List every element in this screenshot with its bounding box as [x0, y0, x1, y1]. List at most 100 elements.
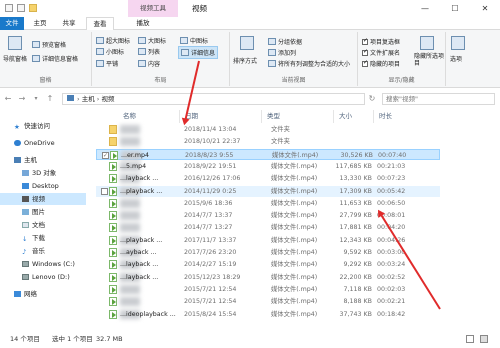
tab-view[interactable]: 查看: [86, 17, 114, 31]
tab-home[interactable]: 主页: [28, 17, 52, 30]
layout-details[interactable]: 详细信息: [178, 46, 219, 59]
forward-icon[interactable]: →: [16, 92, 28, 106]
layout-tiles[interactable]: 平铺: [96, 59, 118, 68]
nav-this-pc[interactable]: 主机: [0, 154, 86, 166]
file-type: 媒体文件(.mp4): [271, 249, 318, 256]
large-icons-view-icon[interactable]: [480, 335, 488, 343]
group-label-show-hide: 显示/隐藏: [388, 77, 415, 84]
size-columns-button[interactable]: 将所有列调整为合适的大小: [268, 59, 350, 68]
up-icon[interactable]: ↑: [44, 92, 56, 106]
tab-share[interactable]: 共享: [57, 17, 81, 30]
context-tab-video-tools[interactable]: 视频工具: [128, 0, 178, 17]
file-type: 媒体文件(.mp4): [271, 261, 318, 269]
breadcrumb-computer[interactable]: 主机: [82, 95, 95, 103]
layout-small-icons[interactable]: 小图标: [96, 47, 124, 56]
file-size: 12,343 KB: [339, 236, 372, 244]
column-header-date[interactable]: 日期: [182, 110, 262, 123]
file-extensions-toggle[interactable]: 文件扩展名: [362, 48, 400, 57]
file-type: 文件夹: [271, 138, 290, 146]
table-row[interactable]: 2015/9/6 18:36 媒体文件(.mp4) 11,653 KB 00:06:5…: [96, 198, 440, 209]
media-file-icon: [109, 284, 117, 294]
layout-list[interactable]: 列表: [138, 47, 160, 56]
window-title: 视频: [192, 4, 207, 13]
file-date: 2014/7/7 13:37: [184, 212, 233, 220]
nav-downloads[interactable]: ↓ 下载: [0, 232, 86, 244]
address-path[interactable]: › 主机 › 视频: [62, 93, 365, 105]
navigation-pane-icon: [8, 36, 22, 50]
checkbox-icon: [362, 37, 368, 45]
options-button[interactable]: 选项: [450, 54, 462, 63]
table-row[interactable]: ...layback ... 2014/2/27 15:19 媒体文件(.mp4) 9…: [96, 259, 440, 270]
row-checkbox[interactable]: [101, 187, 108, 195]
table-row[interactable]: ...playback ... 2014/11/29 0:25 媒体文件(.mp4)…: [96, 185, 440, 197]
table-row[interactable]: 2015/7/21 12:54 媒体文件(.mp4) 7,118 KB 00:02:0…: [96, 284, 440, 295]
layout-medium-icons[interactable]: 中图标: [180, 36, 208, 45]
column-header-duration[interactable]: 时长: [376, 110, 436, 123]
nav-videos[interactable]: 视频: [0, 193, 86, 205]
hidden-items-toggle[interactable]: 隐藏的项目: [362, 59, 400, 68]
tab-file[interactable]: 文件: [0, 17, 24, 30]
table-row[interactable]: ...layback ... 2015/12/23 18:29 媒体文件(.mp4)…: [96, 272, 440, 283]
size-columns-icon: [268, 60, 276, 67]
network-icon: [14, 291, 21, 297]
nav-network[interactable]: 网络: [0, 288, 86, 300]
nav-desktop[interactable]: Desktop: [0, 180, 86, 192]
close-button[interactable]: ✕: [470, 0, 500, 17]
document-icon: [22, 222, 29, 228]
hide-selected-button[interactable]: 隐藏所选项目: [414, 53, 444, 67]
file-date: 2014/7/7 13:27: [184, 224, 233, 232]
nav-drive-c[interactable]: Windows (C:): [0, 258, 86, 270]
nav-3d-objects[interactable]: 3D 对象: [0, 167, 86, 179]
row-checkbox[interactable]: ✓: [102, 151, 109, 159]
file-duration: 00:03:24: [377, 261, 406, 269]
table-row[interactable]: ...ideoplayback ... 2015/8/24 15:54 媒体文件(.…: [96, 309, 440, 320]
back-icon[interactable]: ←: [2, 92, 14, 106]
undo-icon[interactable]: [17, 4, 25, 12]
nav-quick-access[interactable]: ★ 快速访问: [0, 120, 86, 132]
nav-documents[interactable]: 文档: [0, 219, 86, 231]
minimize-button[interactable]: —: [410, 0, 440, 17]
file-type: 媒体文件(.mp4): [272, 151, 319, 159]
details-view-icon[interactable]: [466, 335, 474, 343]
nav-onedrive[interactable]: OneDrive: [0, 137, 86, 149]
column-header-type[interactable]: 类型: [264, 110, 334, 123]
media-file-icon: [109, 186, 117, 196]
table-row[interactable]: ✓ ...er.mp4 2018/8/23 9:55 媒体文件(.mp4) 30,526…: [96, 148, 440, 160]
add-columns-button[interactable]: 添加列: [268, 48, 296, 57]
maximize-button[interactable]: ☐: [440, 0, 470, 17]
table-row[interactable]: 2018/11/4 13:04 文件夹: [96, 124, 440, 135]
navigation-pane-button[interactable]: 导航窗格: [3, 54, 27, 63]
nav-pictures[interactable]: 图片: [0, 206, 86, 218]
table-row[interactable]: ...5.mp4 2018/9/22 19:51 媒体文件(.mp4) 117,685…: [96, 161, 440, 172]
breadcrumb-videos[interactable]: 视频: [101, 95, 114, 103]
table-row[interactable]: 2015/7/21 12:54 媒体文件(.mp4) 8,188 KB 00:02:2…: [96, 296, 440, 307]
save-icon[interactable]: [5, 4, 13, 12]
table-row[interactable]: 2014/7/7 13:37 媒体文件(.mp4) 27,799 KB 00:08:0…: [96, 210, 440, 221]
search-input[interactable]: 搜索"视频": [382, 93, 495, 105]
extra-large-icons-icon: [96, 37, 104, 44]
sort-by-button[interactable]: 排序方式: [233, 56, 257, 65]
preview-pane-button[interactable]: 预览窗格: [32, 40, 66, 49]
refresh-icon[interactable]: ↻: [366, 92, 378, 106]
table-row[interactable]: ...ayback ... 2017/7/26 23:20 媒体文件(.mp4) 9,…: [96, 247, 440, 258]
table-row[interactable]: ...playback ... 2017/11/7 13:37 媒体文件(.mp4)…: [96, 235, 440, 246]
nav-drive-d[interactable]: Lenovo (D:): [0, 271, 86, 283]
table-row[interactable]: 2018/10/21 22:37 文件夹: [96, 136, 440, 147]
item-checkboxes-toggle[interactable]: 项目复选框: [362, 37, 400, 46]
nav-music[interactable]: ♪ 音乐: [0, 245, 86, 257]
column-header-name[interactable]: 名称: [120, 110, 180, 123]
recent-locations-icon[interactable]: ▾: [30, 92, 42, 106]
layout-content[interactable]: 内容: [138, 59, 160, 68]
file-date: 2015/7/21 12:54: [184, 298, 237, 306]
group-by-button[interactable]: 分组依据: [268, 37, 302, 46]
layout-extra-large-icons[interactable]: 超大图标: [96, 36, 130, 45]
download-icon: ↓: [22, 235, 28, 243]
table-row[interactable]: ...layback ... 2016/12/26 17:06 媒体文件(.mp4)…: [96, 173, 440, 184]
tab-play[interactable]: 播放: [130, 17, 156, 30]
title-bar: 视频工具 视频 — ☐ ✕: [0, 0, 500, 17]
file-size: 8,188 KB: [343, 298, 372, 306]
column-header-size[interactable]: 大小: [336, 110, 374, 123]
details-pane-button[interactable]: 详细信息窗格: [32, 54, 78, 63]
small-icons-icon: [96, 48, 104, 55]
layout-large-icons[interactable]: 大图标: [138, 36, 166, 45]
